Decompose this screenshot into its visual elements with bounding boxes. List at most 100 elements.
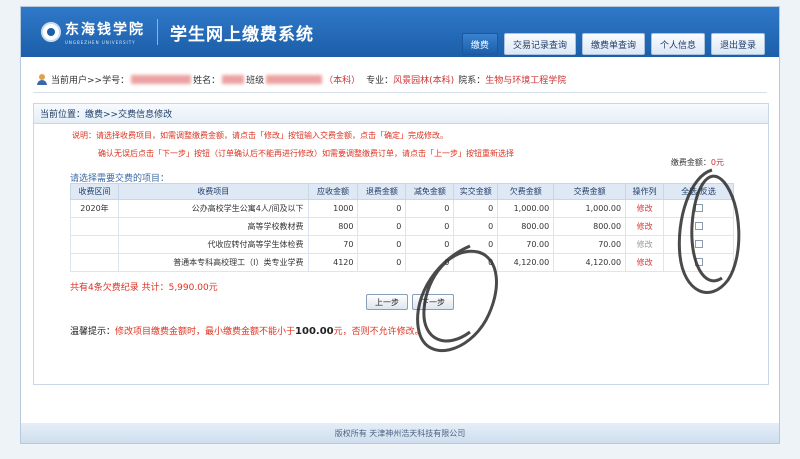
row-checkbox[interactable] [694,257,703,266]
th-owed: 欠费金额 [497,183,555,200]
dept: 生物与环境工程学院 [485,76,567,86]
table-header-row: 收费区间 收费项目 应收金额 退费金额 减免金额 实交金额 欠费金额 交费金额 … [70,183,734,200]
pay-amount: 缴费金额：0元 [671,157,724,168]
edit-link[interactable]: 修改 [637,222,653,231]
row-checkbox[interactable] [694,221,703,230]
cell-period [70,235,119,254]
instruction-line-2: 确认无误后点击「下一步」按钮（订单确认后不能再进行修改）如需要调整缴费订单，请点… [98,149,514,158]
th-paid: 实交金额 [453,183,499,200]
nav-profile[interactable]: 个人信息 [650,33,705,55]
step-buttons: 上一步 下一步 [366,294,454,310]
breadcrumb: 当前位置：缴费>>交费信息修改 [34,104,768,124]
th-due: 应收金额 [307,183,359,200]
cell-refund: 0 [357,217,407,236]
arrears-summary: 共有4条欠费纪录 共计：5,990.00元 [70,283,218,293]
cell-pay: 800.00 [553,217,627,236]
th-op: 操作列 [625,183,665,200]
cell-period: 2020年 [70,199,119,218]
prev-step-button[interactable]: 上一步 [366,294,408,310]
row-checkbox[interactable] [694,239,703,248]
major: 风景园林(本科) [393,76,455,86]
tip-text-1: 修改项目缴费金额时，最小缴费金额不能小于 [115,327,296,337]
cell-pay: 70.00 [553,235,627,254]
cell-owed: 800.00 [497,217,555,236]
table-row: 高等学校教材费 800 0 0 0 800.00 800.00 修改 [70,217,734,236]
page: 东海钱学院 UNGBEZHEN UNIVERSITY 学生网上缴费系统 缴费 交… [20,6,780,444]
redacted-student-no [131,75,192,84]
edit-link[interactable]: 修改 [637,204,653,213]
nav-transactions[interactable]: 交易记录查询 [503,33,576,55]
cell-period [70,253,119,272]
logo: 东海钱学院 UNGBEZHEN UNIVERSITY 学生网上缴费系统 [41,19,314,45]
th-pay: 交费金额 [553,183,627,200]
cell-due: 1000 [307,199,359,218]
student-no-label: 学号： [102,76,130,86]
instruction-line-1: 说明：请选择收费项目，如需调整缴费金额，请点击「修改」按钮输入交费金额，点击「确… [72,131,448,140]
table-row: 普通本专科高校理工（Ⅰ）类专业学费 4120 0 0 0 4,120.00 4,… [70,253,734,272]
cell-refund: 0 [357,199,407,218]
tip-label: 温馨提示： [70,327,116,337]
cell-pay: 4,120.00 [553,253,627,272]
cell-discount: 0 [405,235,455,254]
logo-text: 东海钱学院 [65,22,145,38]
cell-item: 高等学校教材费 [117,217,309,236]
redacted-name [222,75,245,84]
major-label: 专业： [366,76,394,86]
pay-amount-label: 缴费金额： [670,158,711,167]
cell-pay: 1,000.00 [553,199,627,218]
nav-bill-query[interactable]: 缴费单查询 [581,33,645,55]
cell-owed: 1,000.00 [497,199,555,218]
th-item: 收费项目 [117,183,309,200]
table-row: 代收应转付高等学生体检费 70 0 0 0 70.00 70.00 修改 [70,235,734,254]
cell-refund: 0 [357,235,407,254]
cell-discount: 0 [405,199,455,218]
cell-discount: 0 [405,253,455,272]
class-label: 班级 [246,76,265,86]
warm-tip: 温馨提示：修改项目缴费金额时，最小缴费金额不能小于100.00元，否则不允许修改… [70,324,424,337]
fee-table: 收费区间 收费项目 应收金额 退费金额 减免金额 实交金额 欠费金额 交费金额 … [70,183,734,272]
school-emblem-icon [41,22,61,42]
th-period: 收费区间 [70,183,119,200]
next-step-button[interactable]: 下一步 [412,294,454,310]
cell-owed: 70.00 [497,235,555,254]
user-icon [37,74,47,85]
row-checkbox[interactable] [694,203,703,212]
cell-due: 4120 [307,253,359,272]
tip-min-amount: 100.00 [295,326,334,337]
logo-divider [157,19,158,45]
table-row: 2020年 公办高校学生公寓4人/间及以下 1000 0 0 0 1,000.0… [70,199,734,218]
header: 东海钱学院 UNGBEZHEN UNIVERSITY 学生网上缴费系统 缴费 交… [21,7,779,57]
th-select-all[interactable]: 全选/反选 [663,183,734,200]
cell-paid: 0 [453,217,499,236]
cell-paid: 0 [453,253,499,272]
cell-item: 公办高校学生公寓4人/间及以下 [117,199,309,218]
cell-period [70,217,119,236]
edit-link-disabled: 修改 [636,240,653,249]
nav-logout[interactable]: 退出登录 [710,33,765,55]
dept-label: 院系： [458,76,486,86]
degree: （本科） [324,76,361,86]
edit-link[interactable]: 修改 [637,258,653,267]
cell-item: 普通本专科高校理工（Ⅰ）类专业学费 [117,253,309,272]
name-label: 姓名： [193,76,221,86]
logo-en: UNGBEZHEN UNIVERSITY [65,40,136,45]
footer: 版权所有 天津神州浩天科技有限公司 [21,423,779,443]
cell-paid: 0 [453,199,499,218]
cell-due: 70 [307,235,359,254]
nav-pay[interactable]: 缴费 [461,33,498,55]
user-info-bar: 当前用户>> 学号： 姓名： 班级 （本科） 专业： 风景园林(本科) 院系： … [33,67,767,93]
main-content: 当前位置：缴费>>交费信息修改 说明：请选择收费项目，如需调整缴费金额，请点击「… [33,103,769,385]
cell-due: 800 [307,217,359,236]
th-discount: 减免金额 [405,183,455,200]
cell-item: 代收应转付高等学生体检费 [117,235,309,254]
cell-owed: 4,120.00 [497,253,555,272]
cell-discount: 0 [405,217,455,236]
cell-refund: 0 [357,253,407,272]
system-title: 学生网上缴费系统 [170,24,314,45]
th-refund: 退费金额 [357,183,407,200]
cell-paid: 0 [453,235,499,254]
redacted-class [266,75,323,84]
top-nav: 缴费 交易记录查询 缴费单查询 个人信息 退出登录 [461,33,765,55]
current-user-label: 当前用户>> [51,76,103,86]
tip-text-2: 元，否则不允许修改。 [333,327,424,337]
